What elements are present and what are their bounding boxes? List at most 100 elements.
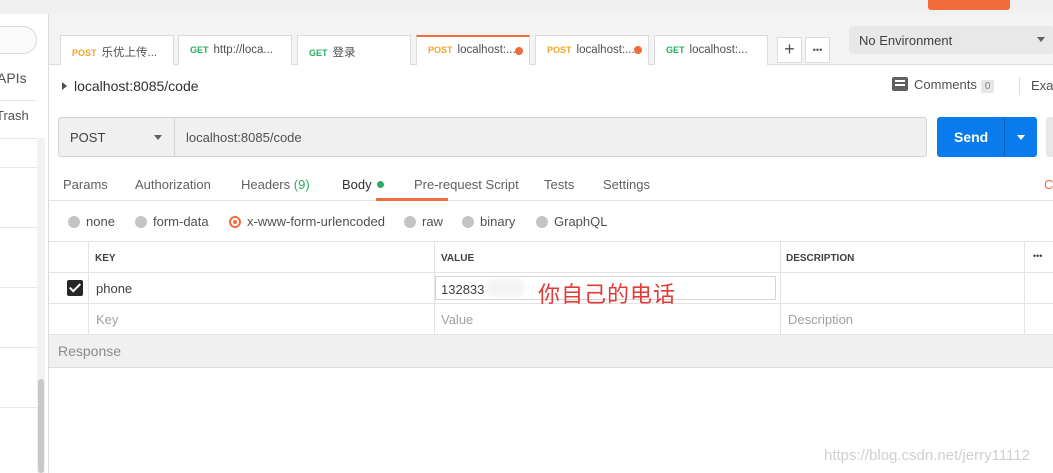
watermark: https://blog.csdn.net/jerry11112: [824, 447, 1030, 464]
tab-headers-label: Headers: [241, 177, 291, 192]
tab-label: 登录: [332, 47, 356, 59]
request-tab[interactable]: GET http://loca...: [178, 35, 292, 65]
url-bar: POST localhost:8085/code: [58, 117, 927, 157]
tab-label: localhost:...: [457, 44, 516, 56]
request-tab[interactable]: POST 乐优上传...: [60, 35, 174, 65]
unsaved-dot-icon: [515, 47, 523, 55]
checkbox-column: [49, 242, 89, 272]
radio-form-data[interactable]: form-data: [135, 214, 209, 229]
url-input[interactable]: localhost:8085/code: [186, 130, 302, 145]
environment-select-value: No Environment: [859, 33, 953, 48]
row-checkbox[interactable]: [67, 280, 83, 296]
description-input[interactable]: [781, 273, 1025, 303]
save-button[interactable]: [1046, 117, 1053, 157]
radio-raw[interactable]: raw: [404, 214, 443, 229]
request-tab[interactable]: GET 登录: [297, 35, 411, 65]
radio-label: binary: [480, 214, 516, 229]
divider: [0, 100, 37, 101]
divider: [0, 167, 37, 168]
request-tab[interactable]: POST localhost:...: [535, 35, 649, 65]
tab-method: GET: [190, 45, 209, 55]
sidebar-scroll-thumb[interactable]: [38, 379, 44, 473]
divider: [1019, 77, 1020, 95]
key-input[interactable]: phone: [89, 273, 435, 303]
tab-method: POST: [547, 45, 572, 55]
sidebar-item-apis[interactable]: APIs: [0, 70, 27, 86]
method-select[interactable]: POST: [59, 118, 175, 156]
tab-params[interactable]: Params: [63, 177, 108, 192]
radio-icon: [462, 216, 474, 228]
caret-right-icon: [62, 82, 67, 90]
table-header-row: KEY VALUE DESCRIPTION •••: [49, 241, 1053, 273]
method-select-value: POST: [70, 130, 106, 145]
sidebar-search-input[interactable]: [0, 26, 37, 54]
send-options-chevron-icon[interactable]: [1017, 135, 1025, 140]
radio-label: GraphQL: [554, 214, 608, 229]
tab-label: 乐优上传...: [101, 47, 158, 59]
blurred-region: [487, 280, 523, 296]
upgrade-button[interactable]: [928, 0, 1010, 10]
environment-select[interactable]: No Environment: [849, 26, 1053, 54]
tab-headers[interactable]: Headers (9): [241, 177, 310, 192]
radio-x-www-form-urlencoded[interactable]: x-www-form-urlencoded: [229, 214, 385, 229]
tab-body[interactable]: Body: [342, 177, 384, 192]
tab-method: POST: [72, 48, 97, 58]
examples-button[interactable]: Exa: [1031, 78, 1053, 93]
row-checkbox-cell: [49, 304, 89, 334]
more-tabs-button[interactable]: •••: [805, 37, 830, 63]
key-input-placeholder[interactable]: Key: [89, 304, 435, 334]
new-tab-button[interactable]: +: [777, 37, 802, 63]
comment-icon: [892, 77, 908, 91]
unsaved-dot-icon: [634, 46, 642, 54]
sidebar-item-trash[interactable]: Trash: [0, 108, 29, 123]
tab-tests[interactable]: Tests: [544, 177, 574, 192]
divider: [0, 347, 37, 348]
tab-label: localhost:...: [576, 44, 635, 56]
chevron-down-icon: [154, 135, 162, 140]
request-title[interactable]: localhost:8085/code: [62, 78, 199, 94]
radio-label: form-data: [153, 214, 209, 229]
divider: [0, 287, 37, 288]
column-header-value: VALUE: [435, 242, 781, 272]
radio-icon: [536, 216, 548, 228]
radio-icon: [68, 216, 80, 228]
tab-label: http://loca...: [213, 44, 273, 56]
chevron-down-icon: [1037, 37, 1045, 42]
request-subtabs: Params Authorization Headers (9) Body Pr…: [49, 167, 1053, 201]
status-dot-icon: [376, 181, 384, 188]
radio-label: raw: [422, 214, 443, 229]
headers-count: (9): [293, 177, 310, 192]
radio-icon: [135, 216, 147, 228]
divider: [1004, 117, 1005, 157]
table-more-button[interactable]: •••: [1025, 242, 1053, 272]
divider: [0, 138, 37, 139]
tab-cookies-clipped[interactable]: C: [1044, 177, 1053, 192]
annotation-text: 你自己的电话: [538, 283, 677, 308]
request-tab[interactable]: GET localhost:...: [654, 35, 768, 65]
radio-selected-icon: [229, 216, 241, 228]
tab-label: localhost:...: [689, 44, 748, 56]
radio-none[interactable]: none: [68, 214, 115, 229]
description-input-placeholder[interactable]: Description: [781, 304, 1025, 334]
comments-button[interactable]: Comments 0: [892, 77, 995, 93]
response-label: Response: [58, 343, 122, 359]
radio-binary[interactable]: binary: [462, 214, 515, 229]
divider: [0, 227, 37, 228]
radio-graphql[interactable]: GraphQL: [536, 214, 607, 229]
column-header-key: KEY: [89, 242, 435, 272]
tab-prerequest-script[interactable]: Pre-request Script: [414, 177, 519, 192]
request-title-text: localhost:8085/code: [74, 78, 199, 94]
send-button[interactable]: Send: [937, 117, 1037, 157]
row-checkbox-cell: [49, 273, 89, 303]
top-strip: [0, 0, 1053, 14]
tab-method: GET: [309, 48, 328, 58]
request-tab-active[interactable]: POST localhost:...: [416, 35, 530, 65]
response-panel-header[interactable]: Response: [49, 335, 1053, 368]
tab-settings[interactable]: Settings: [603, 177, 650, 192]
tab-authorization[interactable]: Authorization: [135, 177, 211, 192]
tab-bar: POST 乐优上传... GET http://loca... GET 登录 POST…: [49, 14, 1053, 65]
column-header-description: DESCRIPTION: [781, 242, 1025, 272]
send-label: Send: [954, 129, 989, 145]
radio-label: none: [86, 214, 115, 229]
radio-label: x-www-form-urlencoded: [247, 214, 385, 229]
